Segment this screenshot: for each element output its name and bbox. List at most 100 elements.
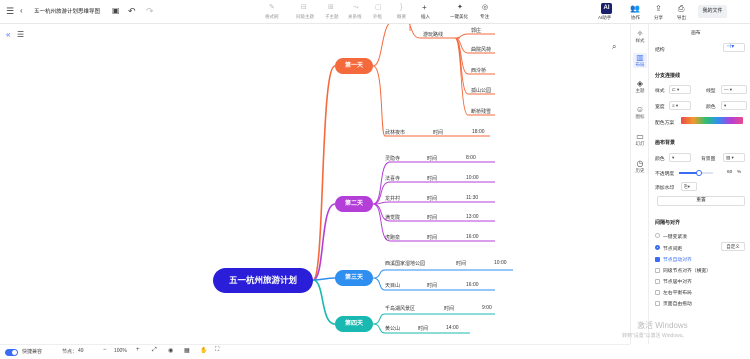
boundary-label[interactable]: 外框	[373, 14, 382, 20]
opacity-value[interactable]: 60	[727, 170, 732, 175]
line-color-select[interactable]: ▾	[721, 101, 747, 110]
day-topic-1[interactable]: 第一天	[335, 58, 373, 74]
tab-slides[interactable]: ▭ 幻灯	[633, 132, 647, 147]
color-scheme-swatch[interactable]	[681, 117, 743, 124]
auto-align-checkbox[interactable]	[655, 257, 660, 262]
topic-day2-place[interactable]: 龙井村	[385, 195, 400, 202]
topic-day2-place[interactable]: 满觉陇	[385, 214, 400, 221]
free-drag-checkbox[interactable]	[655, 301, 660, 306]
follow-label: 快捷兼容	[22, 349, 43, 355]
root-topic[interactable]: 五一杭州旅游计划	[213, 268, 313, 293]
topic-day2-place[interactable]: 虎跑泉	[385, 234, 400, 241]
day-topic-4[interactable]: 第四天	[335, 316, 373, 332]
map-icon[interactable]: ▦	[184, 347, 190, 354]
watermark-select[interactable]: ⎘▾	[681, 182, 697, 191]
share-icon[interactable]: ⇪	[655, 3, 662, 15]
save-icon[interactable]: ▣	[112, 5, 120, 17]
topic-xiling[interactable]: 西泠桥	[471, 67, 486, 74]
topic-night-market[interactable]: 武林夜市	[385, 129, 405, 136]
topic-quyuan[interactable]: 曲院风荷	[471, 46, 491, 53]
line-width-select[interactable]: ≡ ▾	[669, 101, 691, 110]
topic-day3-place[interactable]: 西溪国家湿地公园	[385, 260, 425, 267]
reset-button[interactable]: 重置	[657, 196, 745, 206]
export-label[interactable]: 导出	[677, 15, 686, 21]
back-icon[interactable]: ‹	[20, 5, 23, 17]
collaborate-icon[interactable]: 👥	[630, 3, 640, 15]
bg-color-select[interactable]: ▾	[669, 153, 691, 162]
locate-icon[interactable]: ◉	[168, 347, 173, 354]
panel-header: 画布	[691, 31, 701, 36]
fit-screen-icon[interactable]: ⤢	[152, 347, 157, 354]
node-spacing-radio[interactable]	[655, 245, 660, 250]
compact-radio[interactable]	[655, 233, 660, 238]
time-label: 时间	[444, 306, 455, 312]
summary-label[interactable]: 概要	[397, 14, 406, 20]
sibling-topic-label[interactable]: 同级主题	[296, 14, 314, 20]
topic-day2-place[interactable]: 灵隐寺	[385, 155, 400, 162]
beautify-label[interactable]: 一键美化	[450, 14, 468, 20]
time-label: 时间	[427, 283, 438, 289]
time-value: 10:00	[466, 175, 479, 181]
focus-label[interactable]: 专注	[480, 14, 489, 20]
redo-icon[interactable]: ↷	[146, 5, 154, 17]
hand-icon[interactable]: ✋	[200, 347, 207, 354]
follow-toggle[interactable]	[5, 349, 18, 356]
center-align-checkbox[interactable]	[655, 279, 660, 284]
ai-assistant-icon[interactable]: AI	[601, 3, 612, 14]
share-label[interactable]: 分享	[654, 15, 663, 21]
fullscreen-icon[interactable]: ⛶	[215, 347, 219, 354]
opacity-slider-handle[interactable]	[696, 170, 703, 176]
insert-icon[interactable]: +	[422, 2, 427, 14]
ai-assistant-label[interactable]: AI助手	[598, 15, 611, 21]
insert-label[interactable]: 插入	[421, 14, 430, 20]
tab-theme[interactable]: ◈ 主题	[633, 79, 647, 94]
line-style-select[interactable]: ⊏ ▾	[669, 85, 691, 94]
format-painter-icon[interactable]: ✎	[269, 2, 275, 14]
day-topic-2[interactable]: 第二天	[335, 196, 373, 212]
relation-line-label[interactable]: 关系线	[348, 14, 362, 20]
format-painter-label[interactable]: 格式刷	[265, 14, 279, 20]
relation-line-icon[interactable]: ⤳	[353, 2, 359, 14]
undo-icon[interactable]: ↶	[128, 5, 136, 17]
time-label: 时间	[427, 235, 438, 241]
beautify-icon[interactable]: ✦	[457, 2, 463, 14]
document-title[interactable]: 五一杭州旅游计划思维导图	[34, 7, 100, 15]
mindmap-canvas[interactable]: « ☰ ⌕ 五一杭州旅游计划 第一天 第二天 第三天 第四天 游玩路线 郭庄 曲…	[0, 24, 630, 344]
structure-select[interactable]: ⊣▾	[723, 43, 745, 52]
custom-spacing-button[interactable]: 自定义	[721, 242, 745, 251]
zoom-out-icon[interactable]: −	[103, 347, 107, 353]
tab-icons[interactable]: ☺ 图标	[633, 105, 647, 120]
balance-layout-checkbox[interactable]	[655, 290, 660, 295]
tab-style[interactable]: ✧ 样式	[633, 29, 647, 44]
top-toolbar: ☰ ‹ 五一杭州旅游计划思维导图 ▣ ↶ ↷ ✎ 格式刷 ⊟ 同级主题 ⊞ 子主…	[0, 0, 750, 24]
center-align-label: 节点居中对齐	[663, 280, 692, 285]
subtopic-icon[interactable]: ⊞	[328, 2, 334, 14]
zoom-in-icon[interactable]: +	[136, 347, 140, 353]
topic-guozhuang[interactable]: 郭庄	[471, 27, 481, 34]
line-type-select[interactable]: — ▾	[721, 85, 747, 94]
topic-gushan[interactable]: 孤山公园	[471, 87, 491, 94]
topic-day4-place[interactable]: 黄公山	[385, 325, 400, 332]
topic-day3-place[interactable]: 天目山	[385, 282, 400, 289]
topic-duanqiao[interactable]: 断桥残雪	[471, 108, 491, 115]
day-topic-3[interactable]: 第三天	[335, 270, 373, 286]
collaborate-label[interactable]: 协作	[631, 15, 640, 21]
my-files-button[interactable]: 我的文件	[698, 5, 727, 18]
menu-icon[interactable]: ☰	[6, 5, 14, 17]
summary-icon[interactable]: }	[400, 2, 402, 14]
opacity-unit: %	[737, 170, 742, 175]
tab-history[interactable]: ◷ 历史	[633, 159, 647, 174]
export-icon[interactable]: ⎙	[678, 3, 684, 15]
subtopic-label[interactable]: 子主题	[325, 14, 339, 20]
focus-icon[interactable]: ◎	[482, 2, 488, 14]
tab-layout[interactable]: ▥ 布局	[633, 53, 647, 68]
same-level-width-checkbox[interactable]	[655, 268, 660, 273]
topic-route[interactable]: 游玩路线	[423, 31, 443, 38]
sibling-topic-icon[interactable]: ⊟	[301, 2, 307, 14]
boundary-icon[interactable]: ▢	[375, 2, 382, 14]
zoom-level[interactable]: 100%	[114, 348, 127, 354]
topic-day4-place[interactable]: 千岛湖风景区	[385, 305, 415, 312]
free-drag-label: 页面自由拖动	[663, 302, 692, 307]
bg-image-select[interactable]: ▨ ▾	[723, 153, 745, 162]
topic-day2-place[interactable]: 法喜寺	[385, 175, 400, 182]
